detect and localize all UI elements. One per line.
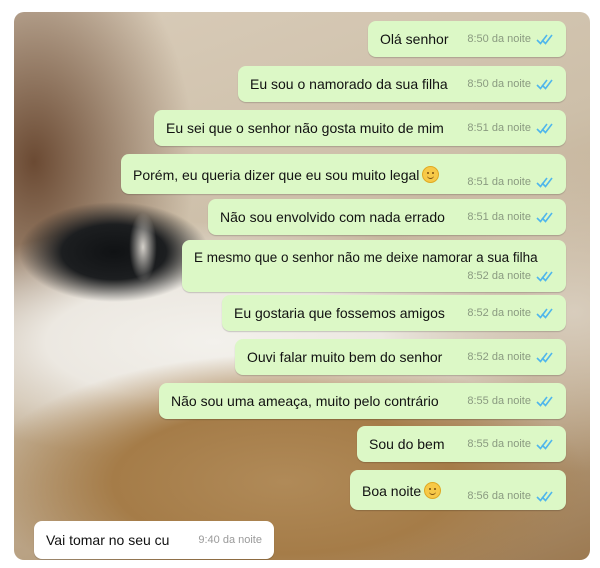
message-time: 8:52 da noite <box>467 270 531 282</box>
message-meta: 8:55 da noite <box>457 438 554 450</box>
double-check-icon <box>536 79 553 90</box>
message-text: Não sou uma ameaça, muito pelo contrário <box>171 393 439 409</box>
background-photo-detail <box>129 212 157 282</box>
message-bubble-outgoing[interactable]: E mesmo que o senhor não me deixe namora… <box>182 240 566 292</box>
double-check-icon <box>536 212 553 223</box>
message-bubble-outgoing[interactable]: Sou do bem 8:55 da noite <box>357 426 566 462</box>
message-time: 8:50 da noite <box>467 78 531 90</box>
message-meta: 8:52 da noite <box>457 351 554 363</box>
message-time: 8:52 da noite <box>467 351 531 363</box>
double-check-icon <box>536 177 553 188</box>
smiling-face-emoji-icon <box>422 165 440 183</box>
message-time: 8:56 da noite <box>467 490 531 502</box>
message-bubble-outgoing[interactable]: Ouvi falar muito bem do senhor 8:52 da n… <box>235 339 566 375</box>
message-bubble-outgoing[interactable]: Não sou envolvido com nada errado 8:51 d… <box>208 199 566 235</box>
double-check-icon <box>536 491 553 502</box>
message-time: 8:55 da noite <box>467 395 531 407</box>
double-check-icon <box>536 123 553 134</box>
message-text-wrap: Boa noite <box>362 481 442 499</box>
double-check-icon <box>536 439 553 450</box>
message-time: 8:51 da noite <box>467 176 531 188</box>
message-text: Eu gostaria que fossemos amigos <box>234 305 445 321</box>
message-time: 8:55 da noite <box>467 438 531 450</box>
smiling-face-emoji-icon <box>424 481 442 499</box>
message-text: E mesmo que o senhor não me deixe namora… <box>194 250 538 265</box>
message-time: 9:40 da noite <box>198 534 262 546</box>
double-check-icon <box>536 396 553 407</box>
message-text: Eu sou o namorado da sua filha <box>250 76 448 92</box>
message-meta: 8:56 da noite <box>457 490 554 502</box>
message-meta: 8:51 da noite <box>457 122 554 134</box>
message-meta: 8:51 da noite <box>457 211 554 223</box>
message-bubble-outgoing[interactable]: Eu sou o namorado da sua filha 8:50 da n… <box>238 66 566 102</box>
double-check-icon <box>536 352 553 363</box>
message-time: 8:51 da noite <box>467 211 531 223</box>
message-bubble-incoming[interactable]: Vai tomar no seu cu 9:40 da noite <box>34 521 274 559</box>
message-text: Sou do bem <box>369 436 445 452</box>
double-check-icon <box>536 271 553 282</box>
message-bubble-outgoing[interactable]: Porém, eu queria dizer que eu sou muito … <box>121 154 566 194</box>
message-text: Olá senhor <box>380 31 449 47</box>
double-check-icon <box>536 308 553 319</box>
message-time: 8:50 da noite <box>467 33 531 45</box>
message-meta: 8:52 da noite <box>467 270 554 282</box>
message-text: Eu sei que o senhor não gosta muito de m… <box>166 120 444 136</box>
double-check-icon <box>536 34 553 45</box>
chat-background: Olá senhor 8:50 da noite Eu sou o namora… <box>14 12 590 560</box>
message-meta: 8:52 da noite <box>457 307 554 319</box>
message-text: Vai tomar no seu cu <box>46 532 170 548</box>
message-text: Não sou envolvido com nada errado <box>220 209 445 225</box>
message-time: 8:52 da noite <box>467 307 531 319</box>
message-meta: 8:50 da noite <box>457 33 554 45</box>
message-bubble-outgoing[interactable]: Não sou uma ameaça, muito pelo contrário… <box>159 383 566 419</box>
message-text-wrap: Porém, eu queria dizer que eu sou muito … <box>133 165 440 183</box>
message-bubble-outgoing[interactable]: Eu gostaria que fossemos amigos 8:52 da … <box>222 295 566 331</box>
message-meta: 8:55 da noite <box>457 395 554 407</box>
message-bubble-outgoing[interactable]: Eu sei que o senhor não gosta muito de m… <box>154 110 566 146</box>
message-meta: 9:40 da noite <box>188 534 262 546</box>
message-text: Porém, eu queria dizer que eu sou muito … <box>133 166 420 183</box>
message-meta: 8:51 da noite <box>457 176 554 188</box>
message-bubble-outgoing[interactable]: Boa noite 8:56 da noite <box>350 470 566 510</box>
message-time: 8:51 da noite <box>467 122 531 134</box>
message-bubble-outgoing[interactable]: Olá senhor 8:50 da noite <box>368 21 566 57</box>
message-meta: 8:50 da noite <box>457 78 554 90</box>
message-text: Boa noite <box>362 482 422 499</box>
message-text: Ouvi falar muito bem do senhor <box>247 349 443 365</box>
